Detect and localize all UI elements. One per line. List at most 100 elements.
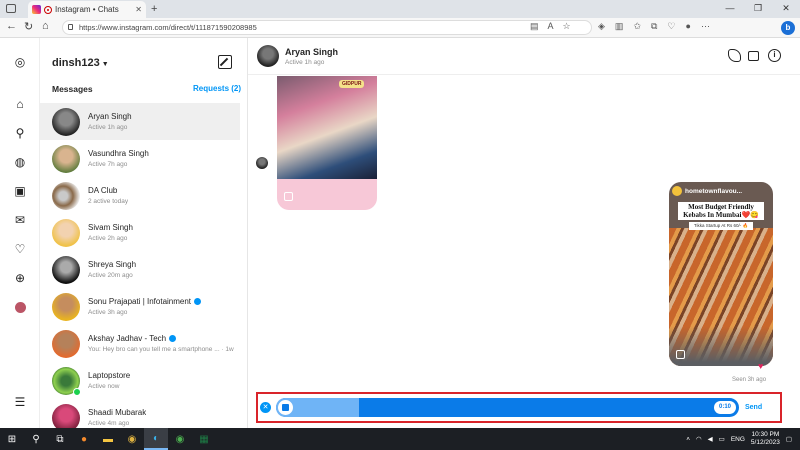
avatar: [52, 403, 80, 428]
minimize-button[interactable]: —: [716, 0, 744, 18]
excel-icon[interactable]: ▦: [192, 428, 216, 450]
extension-icon[interactable]: ◈: [598, 21, 605, 32]
conversation-name: Shreya Singh: [88, 260, 137, 269]
chrome-icon[interactable]: ◉: [168, 428, 192, 450]
explore-icon[interactable]: ◍: [12, 154, 28, 170]
avatar: [52, 218, 80, 247]
reels-icon[interactable]: ▣: [12, 183, 28, 199]
instagram-icon[interactable]: ◎: [12, 54, 28, 70]
conversation-status: Active now: [88, 383, 120, 390]
notification-icon[interactable]: ▢: [786, 435, 792, 443]
volume-icon[interactable]: ◀: [708, 435, 713, 443]
url-text: https://www.instagram.com/direct/t/11187…: [79, 23, 257, 32]
search-icon[interactable]: ⚲: [12, 125, 28, 141]
avatar: [52, 181, 80, 210]
reel-subtitle: Tikka Startup At Rs 60/- 🔥: [689, 222, 753, 230]
home-icon[interactable]: ⌂: [42, 20, 49, 32]
url-bar[interactable]: https://www.instagram.com/direct/t/11187…: [62, 20, 592, 35]
recording-indicator-icon: [44, 5, 52, 14]
reels-icon: [284, 192, 293, 201]
windows-start-icon[interactable]: ⊞: [0, 428, 24, 450]
conversation-name: Sivam Singh: [88, 223, 133, 232]
tab-actions-icon[interactable]: [6, 4, 16, 13]
conversation-item[interactable]: Shaadi Mubarak Active 4m ago: [40, 399, 240, 428]
conversation-item[interactable]: Sivam Singh Active 2h ago: [40, 214, 240, 251]
info-icon[interactable]: i: [768, 49, 781, 62]
new-tab-button[interactable]: +: [151, 3, 157, 15]
profile-icon[interactable]: [12, 299, 28, 315]
browser-tab[interactable]: Instagram • Chats ✕: [28, 1, 146, 18]
send-button[interactable]: Send: [745, 404, 762, 411]
chrome-canary-icon[interactable]: ◉: [120, 428, 144, 450]
reel-thumbnail: [277, 76, 377, 179]
conversation-name: Vasundhra Singh: [88, 149, 149, 158]
menu-icon[interactable]: ☰: [12, 394, 28, 410]
avatar: [52, 292, 80, 321]
avatar: [52, 329, 80, 358]
split-screen-icon[interactable]: ▥: [615, 21, 624, 32]
avatar: [52, 255, 80, 284]
search-icon[interactable]: ⚲: [24, 428, 48, 450]
shared-reel-message[interactable]: hometownflavou... Most Budget Friendly K…: [669, 182, 773, 366]
account-switcher[interactable]: dinsh123 ▼: [52, 57, 109, 69]
extensions-bar: ◈ ▥ ✩ ⧉ ♡ ● ⋯: [598, 21, 710, 32]
close-window-button[interactable]: ✕: [772, 0, 800, 18]
browser-essentials-icon[interactable]: ♡: [667, 21, 675, 32]
messages-heading: Messages: [52, 84, 93, 94]
read-aloud-icon[interactable]: A: [548, 21, 554, 32]
tray-expand-icon[interactable]: ˄: [686, 436, 690, 443]
profile-icon[interactable]: ●: [686, 21, 691, 32]
tab-close-icon[interactable]: ✕: [135, 5, 142, 14]
messenger-icon[interactable]: ✉: [12, 212, 28, 228]
reel-overlay-tag: GIDPUR: [339, 80, 365, 88]
conversation-item[interactable]: Laptopstore Active now: [40, 362, 240, 399]
edge-icon[interactable]: ◐: [144, 428, 168, 450]
firefox-icon[interactable]: ●: [72, 428, 96, 450]
video-icon[interactable]: [748, 51, 759, 61]
task-view-icon[interactable]: ⧉: [48, 428, 72, 450]
chat-contact-name[interactable]: Aryan Singh: [285, 47, 338, 57]
more-icon[interactable]: ⋯: [701, 21, 710, 32]
shared-reel-message[interactable]: GIDPUR: [277, 76, 377, 210]
conversation-item[interactable]: DA Club 2 active today: [40, 177, 240, 214]
copilot-icon[interactable]: b: [781, 21, 795, 35]
stop-recording-button[interactable]: [278, 400, 293, 415]
account-name: dinsh123: [52, 57, 100, 69]
conversation-status: Active 7h ago: [88, 161, 128, 168]
reaction-heart-icon[interactable]: ♥: [758, 361, 763, 371]
conversation-item[interactable]: Sonu Prajapati | Infotainment Active 3h a…: [40, 288, 240, 325]
reel-account-name: hometownflavou...: [685, 187, 743, 195]
favorites-icon[interactable]: ✩: [633, 21, 641, 32]
home-icon[interactable]: ⌂: [12, 96, 28, 112]
file-explorer-icon[interactable]: ▬: [96, 428, 120, 450]
system-tray: ˄ ◠ ◀ ▭ ENG 10:30 PM 5/12/2023 ▢: [686, 428, 800, 450]
battery-icon[interactable]: ▭: [719, 435, 725, 443]
conversation-item[interactable]: Aryan Singh Active 1h ago: [40, 103, 240, 140]
favorite-icon[interactable]: ☆: [563, 21, 571, 32]
conversation-name-text: Akshay Jadhav - Tech: [88, 334, 167, 343]
back-icon[interactable]: ←: [6, 20, 17, 32]
browser-tabstrip: Instagram • Chats ✕ + — ❐ ✕: [0, 0, 800, 18]
maximize-button[interactable]: ❐: [744, 0, 772, 18]
collections-icon[interactable]: ⧉: [651, 21, 657, 32]
avatar: [52, 107, 80, 136]
create-icon[interactable]: ⊕: [12, 270, 28, 286]
conversation-status: Active 4m ago: [88, 420, 130, 427]
reel-title: Most Budget Friendly Kebabs In Mumbai❤️😋: [678, 202, 764, 220]
new-message-icon[interactable]: [218, 55, 232, 69]
refresh-icon[interactable]: ↻: [24, 20, 33, 33]
heart-icon[interactable]: ♡: [12, 241, 28, 257]
avatar[interactable]: [257, 45, 279, 67]
network-icon[interactable]: ◠: [696, 435, 702, 443]
conversation-item[interactable]: Shreya Singh Active 20m ago: [40, 251, 240, 288]
phone-icon[interactable]: [728, 49, 741, 62]
conversation-item[interactable]: Akshay Jadhav - Tech You: Hey bro can you…: [40, 325, 240, 362]
clock[interactable]: 10:30 PM 5/12/2023: [751, 431, 780, 447]
voice-recorder: ✕ 0:10 Send: [260, 397, 778, 418]
language-indicator[interactable]: ENG: [731, 436, 745, 443]
conversation-status: Active 3h ago: [88, 309, 128, 316]
reader-mode-icon[interactable]: ▤: [530, 21, 539, 32]
conversation-item[interactable]: Vasundhra Singh Active 7h ago: [40, 140, 240, 177]
requests-link[interactable]: Requests (2): [193, 84, 241, 93]
cancel-recording-icon[interactable]: ✕: [260, 402, 271, 413]
